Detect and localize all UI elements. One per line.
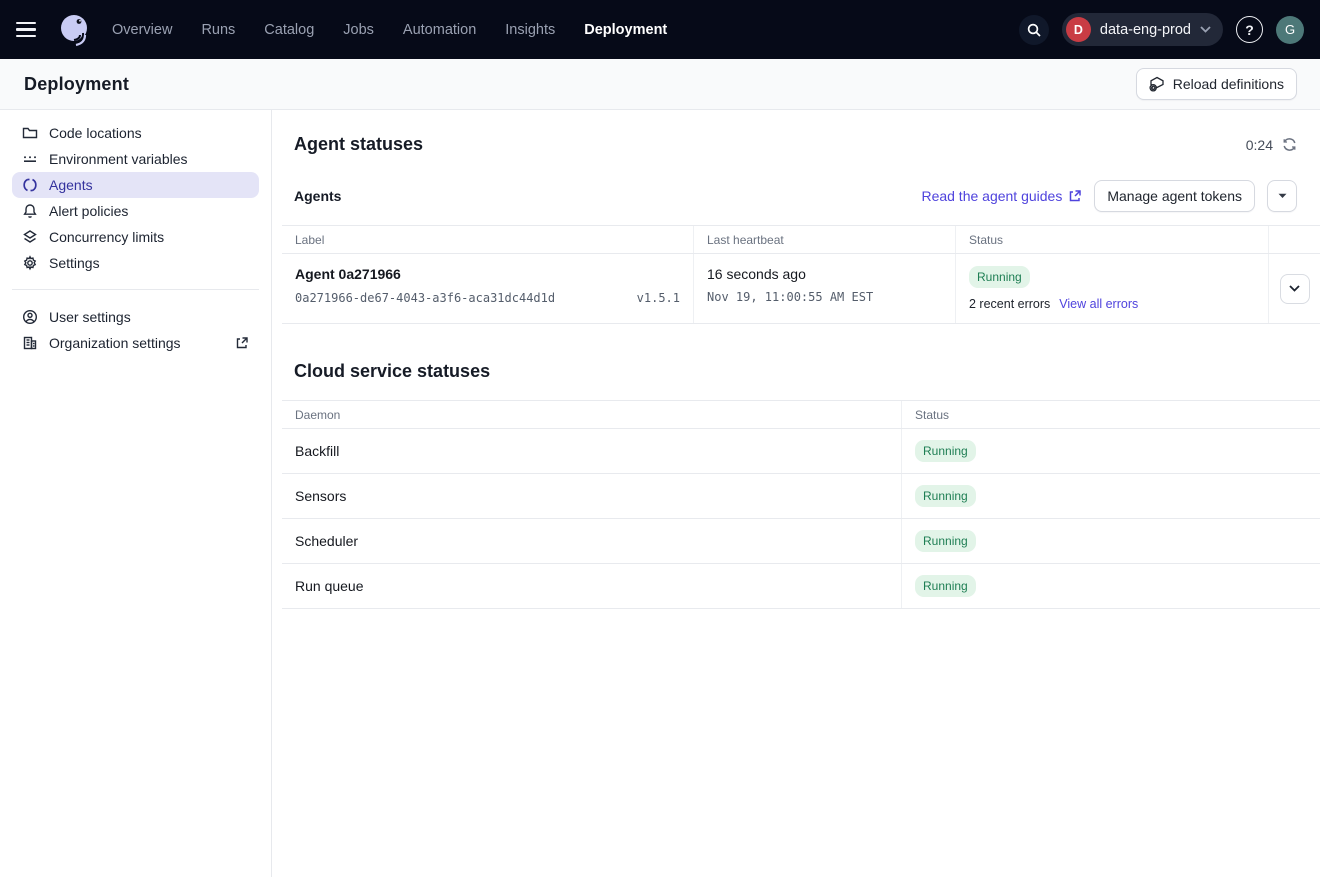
agent-name: Agent 0a271966 bbox=[295, 266, 680, 282]
agent-label-cell: Agent 0a271966 0a271966-de67-4043-a3f6-a… bbox=[282, 254, 693, 323]
daemon-row-sensors: Sensors Running bbox=[282, 474, 1320, 519]
agent-statuses-title: Agent statuses bbox=[294, 134, 423, 155]
column-header-status: Status bbox=[901, 401, 1320, 428]
layers-icon bbox=[22, 229, 38, 245]
expand-agent-button[interactable] bbox=[1280, 274, 1310, 304]
main-content: Agent statuses 0:24 Agents Read the agen… bbox=[272, 110, 1320, 877]
nav-runs[interactable]: Runs bbox=[201, 22, 235, 38]
menu-icon[interactable] bbox=[16, 16, 44, 44]
reload-code-location-icon bbox=[1149, 76, 1165, 92]
sidebar-item-code-locations[interactable]: Code locations bbox=[12, 120, 259, 146]
status-badge: Running bbox=[915, 440, 976, 462]
sidebar-item-agents[interactable]: Agents bbox=[12, 172, 259, 198]
external-link-icon bbox=[235, 336, 249, 350]
sidebar-divider bbox=[12, 289, 259, 290]
agents-table: Label Last heartbeat Status Agent 0a2719… bbox=[282, 225, 1320, 324]
top-navigation: Overview Runs Catalog Jobs Automation In… bbox=[0, 0, 1320, 59]
nav-deployment[interactable]: Deployment bbox=[584, 22, 667, 38]
gear-icon bbox=[22, 255, 38, 271]
deployment-initial-badge: D bbox=[1066, 17, 1091, 42]
daemon-row-backfill: Backfill Running bbox=[282, 429, 1320, 474]
agent-status-cell: Running 2 recent errors View all errors bbox=[955, 254, 1268, 323]
daemon-name: Sensors bbox=[282, 474, 901, 518]
agent-row: Agent 0a271966 0a271966-de67-4043-a3f6-a… bbox=[282, 254, 1320, 324]
folder-icon bbox=[22, 125, 38, 141]
reload-definitions-button[interactable]: Reload definitions bbox=[1136, 68, 1297, 100]
building-icon bbox=[22, 335, 38, 351]
daemon-name: Scheduler bbox=[282, 519, 901, 563]
help-icon[interactable]: ? bbox=[1236, 16, 1263, 43]
sidebar-item-alert-policies[interactable]: Alert policies bbox=[12, 198, 259, 224]
cloud-service-statuses-title: Cloud service statuses bbox=[294, 361, 1297, 382]
column-header-last-heartbeat: Last heartbeat bbox=[693, 226, 955, 253]
agents-section-label: Agents bbox=[294, 188, 341, 204]
status-badge: Running bbox=[915, 530, 976, 552]
manage-agent-tokens-button[interactable]: Manage agent tokens bbox=[1094, 180, 1255, 212]
agent-actions-dropdown-button[interactable] bbox=[1267, 180, 1297, 212]
agent-version: v1.5.1 bbox=[637, 291, 680, 305]
bell-icon bbox=[22, 203, 38, 219]
column-header-daemon: Daemon bbox=[282, 401, 901, 428]
recent-errors-text: 2 recent errors bbox=[969, 297, 1050, 311]
chevron-down-icon bbox=[1289, 285, 1300, 292]
agent-expander-cell bbox=[1268, 254, 1320, 323]
daemon-name: Backfill bbox=[282, 429, 901, 473]
heartbeat-timestamp: Nov 19, 11:00:55 AM EST bbox=[707, 290, 942, 304]
external-link-icon bbox=[1068, 189, 1082, 203]
refresh-countdown: 0:24 bbox=[1246, 137, 1297, 153]
sidebar-item-environment-variables[interactable]: Environment variables bbox=[12, 146, 259, 172]
page-title: Deployment bbox=[24, 74, 129, 95]
refresh-icon[interactable] bbox=[1282, 137, 1297, 152]
agent-icon bbox=[22, 177, 38, 193]
agent-guides-link[interactable]: Read the agent guides bbox=[921, 188, 1082, 204]
column-header-status: Status bbox=[955, 226, 1268, 253]
chevron-down-icon bbox=[1200, 26, 1211, 33]
primary-nav: Overview Runs Catalog Jobs Automation In… bbox=[112, 22, 667, 38]
deployment-selector[interactable]: D data-eng-prod bbox=[1062, 13, 1223, 46]
heartbeat-relative: 16 seconds ago bbox=[707, 266, 942, 282]
daemon-row-scheduler: Scheduler Running bbox=[282, 519, 1320, 564]
status-badge: Running bbox=[915, 485, 976, 507]
cloud-services-table: Daemon Status Backfill Running Sensors R… bbox=[282, 400, 1320, 609]
agent-id: 0a271966-de67-4043-a3f6-aca31dc44d1d bbox=[295, 291, 555, 305]
search-icon[interactable] bbox=[1019, 15, 1049, 45]
deployment-name: data-eng-prod bbox=[1100, 22, 1191, 38]
sidebar-item-settings[interactable]: Settings bbox=[12, 250, 259, 276]
page-header: Deployment Reload definitions bbox=[0, 59, 1320, 110]
sidebar-item-organization-settings[interactable]: Organization settings bbox=[12, 330, 259, 356]
agent-heartbeat-cell: 16 seconds ago Nov 19, 11:00:55 AM EST bbox=[693, 254, 955, 323]
caret-down-icon bbox=[1278, 193, 1287, 199]
column-header-expander bbox=[1268, 226, 1320, 253]
user-avatar[interactable]: G bbox=[1276, 16, 1304, 44]
status-badge: Running bbox=[915, 575, 976, 597]
status-badge: Running bbox=[969, 266, 1030, 288]
deployment-sidebar: Code locations Environment variables Age… bbox=[0, 110, 272, 877]
nav-jobs[interactable]: Jobs bbox=[343, 22, 374, 38]
nav-overview[interactable]: Overview bbox=[112, 22, 172, 38]
dagster-logo-icon[interactable] bbox=[54, 10, 94, 50]
column-header-label: Label bbox=[282, 226, 693, 253]
view-all-errors-link[interactable]: View all errors bbox=[1059, 297, 1138, 311]
sidebar-item-user-settings[interactable]: User settings bbox=[12, 304, 259, 330]
sidebar-item-concurrency-limits[interactable]: Concurrency limits bbox=[12, 224, 259, 250]
daemon-name: Run queue bbox=[282, 564, 901, 608]
nav-insights[interactable]: Insights bbox=[505, 22, 555, 38]
nav-catalog[interactable]: Catalog bbox=[264, 22, 314, 38]
variables-icon bbox=[22, 151, 38, 167]
daemon-row-run-queue: Run queue Running bbox=[282, 564, 1320, 609]
refresh-timer-value: 0:24 bbox=[1246, 137, 1273, 153]
user-icon bbox=[22, 309, 38, 325]
nav-automation[interactable]: Automation bbox=[403, 22, 476, 38]
